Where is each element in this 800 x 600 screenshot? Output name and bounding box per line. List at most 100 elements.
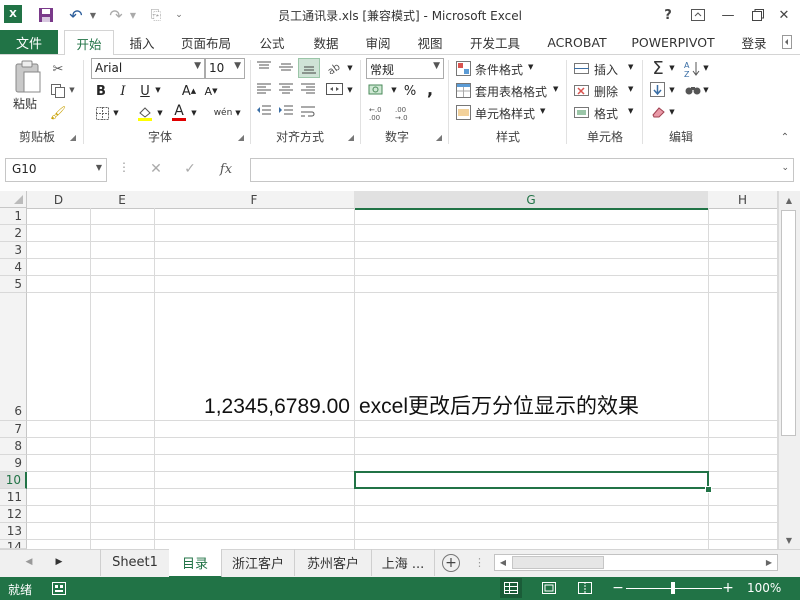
column-header-g[interactable]: G <box>354 191 709 210</box>
borders-icon[interactable] <box>93 104 111 122</box>
fill-color-icon[interactable] <box>136 104 154 122</box>
close-button[interactable]: ✕ <box>772 4 796 26</box>
insert-function-icon[interactable]: fx <box>214 160 238 178</box>
fill-icon[interactable] <box>650 82 668 100</box>
currency-dropdown-icon[interactable]: ▼ <box>390 86 398 94</box>
page-layout-view-icon[interactable] <box>538 578 560 598</box>
orientation-icon[interactable]: ab <box>326 60 346 78</box>
clear-dropdown-icon[interactable]: ▼ <box>668 108 676 116</box>
cell-f6[interactable]: 1,2345,6789.00 <box>154 394 350 420</box>
merge-center-icon[interactable] <box>326 82 346 98</box>
row-header-13[interactable]: 13 <box>0 523 27 540</box>
percent-style-button[interactable]: % <box>402 82 418 100</box>
sheet-tab-catalog[interactable]: 目录 <box>169 549 222 578</box>
cell-g6[interactable]: excel更改后万分位显示的效果 <box>359 394 704 420</box>
scroll-down-icon[interactable]: ▼ <box>781 533 797 547</box>
decrease-font-button[interactable]: A ▼ <box>202 82 220 100</box>
row-header-2[interactable]: 2 <box>0 225 27 242</box>
font-color-dropdown-icon[interactable]: ▼ <box>190 109 198 117</box>
row-header-11[interactable]: 11 <box>0 489 27 506</box>
tab-view[interactable]: 视图 <box>408 30 452 54</box>
fill-handle[interactable] <box>705 486 712 493</box>
row-header-12[interactable]: 12 <box>0 506 27 523</box>
login-link[interactable]: 登录 <box>734 30 774 54</box>
copy-icon[interactable] <box>48 82 68 100</box>
row-header-3[interactable]: 3 <box>0 242 27 259</box>
prev-sheet-icon[interactable]: ◀ <box>22 554 36 570</box>
sheet-tab-shanghai[interactable]: 上海 ... <box>372 549 435 576</box>
vertical-scroll-thumb[interactable] <box>781 210 796 436</box>
comma-style-button[interactable]: , <box>422 80 438 99</box>
name-box[interactable]: G10 ▼ <box>5 158 107 182</box>
alignment-launcher-icon[interactable]: ◢ <box>346 132 356 142</box>
bottom-align-icon[interactable] <box>298 58 320 78</box>
horizontal-scroll-thumb[interactable] <box>512 556 604 569</box>
conditional-formatting-button[interactable]: 条件格式 ▼ <box>456 60 546 78</box>
currency-format-icon[interactable] <box>368 82 390 100</box>
tab-review[interactable]: 审阅 <box>356 30 400 54</box>
tab-file[interactable]: 文件 <box>0 30 58 54</box>
format-painter-icon[interactable]: 🖌 <box>48 104 68 122</box>
sheet-tab-zhejiang[interactable]: 浙江客户 <box>222 549 295 576</box>
row-header-10[interactable]: 10 <box>0 472 27 489</box>
paste-button-label[interactable]: 粘贴 <box>13 95 37 112</box>
collapse-ribbon-icon[interactable]: ⌃ <box>778 132 792 143</box>
sheet-tab-suzhou[interactable]: 苏州客户 <box>295 549 372 576</box>
expand-formula-icon[interactable]: ⌄ <box>781 163 789 173</box>
number-launcher-icon[interactable]: ◢ <box>434 132 444 142</box>
zoom-slider-thumb[interactable] <box>671 582 675 594</box>
increase-indent-icon[interactable] <box>278 104 296 120</box>
redo-dropdown-icon[interactable]: ▼ <box>128 6 138 24</box>
zoom-in-button[interactable]: + <box>722 578 734 598</box>
find-select-icon[interactable] <box>684 82 702 100</box>
clear-icon[interactable] <box>650 104 668 122</box>
tab-home[interactable]: 开始 <box>64 30 114 56</box>
row-header-1[interactable]: 1 <box>0 208 27 225</box>
tab-splitter[interactable]: ⋮ <box>474 556 485 570</box>
format-as-table-button[interactable]: 套用表格格式 ▼ <box>456 82 560 100</box>
autosum-dropdown-icon[interactable]: ▼ <box>668 64 676 72</box>
autosum-icon[interactable]: Σ <box>648 58 668 79</box>
undo-icon[interactable]: ↶ <box>66 6 86 25</box>
sort-dropdown-icon[interactable]: ▼ <box>702 64 710 72</box>
row-header-9[interactable]: 9 <box>0 455 27 472</box>
active-cell-g10[interactable] <box>354 471 709 489</box>
decrease-decimal-icon[interactable]: .00 →.0 <box>394 104 416 122</box>
zoom-level[interactable]: 100% <box>747 581 781 595</box>
font-size-combo[interactable]: 10 ▼ <box>205 58 245 79</box>
tab-page-layout[interactable]: 页面布局 <box>172 30 240 54</box>
column-header-d[interactable]: D <box>27 191 91 209</box>
macro-record-icon[interactable] <box>52 582 66 595</box>
format-cells-button[interactable]: 格式 ▼ <box>574 104 636 122</box>
tab-data[interactable]: 数据 <box>304 30 348 54</box>
select-all-corner[interactable] <box>0 191 27 208</box>
underline-button[interactable]: U <box>137 82 153 100</box>
phonetic-dropdown-icon[interactable]: ▼ <box>234 109 242 117</box>
tab-insert[interactable]: 插入 <box>118 30 166 54</box>
cut-icon[interactable]: ✂ <box>48 60 68 78</box>
middle-align-icon[interactable] <box>278 60 296 76</box>
tab-developer[interactable]: 开发工具 <box>462 30 528 54</box>
undo-dropdown-icon[interactable]: ▼ <box>88 6 98 24</box>
cell-styles-button[interactable]: 单元格样式 ▼ <box>456 104 548 122</box>
increase-decimal-icon[interactable]: ←.0.00 <box>368 104 390 122</box>
merge-dropdown-icon[interactable]: ▼ <box>346 86 354 94</box>
increase-font-button[interactable]: A ▲ <box>180 82 198 100</box>
row-header-5[interactable]: 5 <box>0 276 27 293</box>
tab-acrobat[interactable]: ACROBAT <box>540 30 614 54</box>
next-sheet-icon[interactable]: ▶ <box>52 554 66 570</box>
row-header-8[interactable]: 8 <box>0 438 27 455</box>
copy-dropdown-icon[interactable]: ▼ <box>68 86 76 94</box>
new-sheet-icon[interactable]: + <box>442 554 460 572</box>
borders-dropdown-icon[interactable]: ▼ <box>112 109 120 117</box>
worksheet-grid[interactable] <box>0 191 800 549</box>
tab-powerpivot[interactable]: POWERPIVOT <box>626 30 720 54</box>
formula-input[interactable]: ⌄ <box>250 158 794 182</box>
row-header-7[interactable]: 7 <box>0 421 27 438</box>
save-icon[interactable] <box>36 6 56 24</box>
ribbon-display-options-icon[interactable] <box>686 4 710 26</box>
bold-button[interactable]: B <box>93 82 109 100</box>
confirm-edit-icon[interactable]: ✓ <box>180 160 200 178</box>
fill-dropdown-icon[interactable]: ▼ <box>668 86 676 94</box>
fill-color-dropdown-icon[interactable]: ▼ <box>156 109 164 117</box>
